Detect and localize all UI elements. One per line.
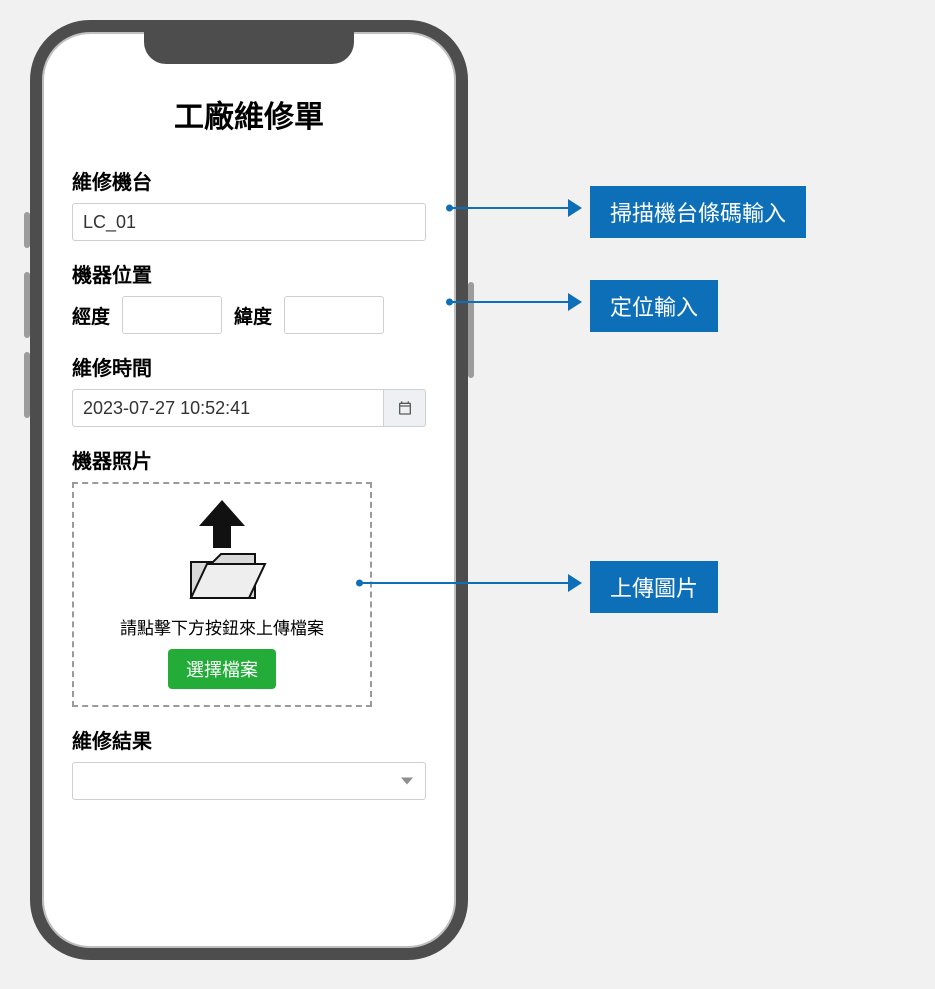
time-label: 維修時間 xyxy=(72,352,426,381)
phone-side-button xyxy=(468,282,474,378)
calendar-button[interactable] xyxy=(384,389,426,427)
annotation-arrow xyxy=(450,301,580,303)
phone-frame: 工廠維修單 維修機台 機器位置 經度 緯度 維修時間 機器照片 xyxy=(30,20,468,960)
callout-geolocate: 定位輸入 xyxy=(590,280,718,332)
phone-screen: 工廠維修單 維修機台 機器位置 經度 緯度 維修時間 機器照片 xyxy=(42,32,456,948)
phone-side-button xyxy=(24,272,30,338)
annotation-arrow xyxy=(360,582,580,584)
photo-label: 機器照片 xyxy=(72,445,426,474)
time-input[interactable] xyxy=(72,389,384,427)
choose-file-button[interactable]: 選擇檔案 xyxy=(168,649,276,689)
result-label: 維修結果 xyxy=(72,725,426,754)
longitude-input[interactable] xyxy=(122,296,222,334)
location-row: 經度 緯度 xyxy=(72,296,426,334)
longitude-label: 經度 xyxy=(72,302,110,329)
machine-input[interactable] xyxy=(72,203,426,241)
calendar-icon xyxy=(397,400,413,416)
result-select[interactable] xyxy=(72,762,426,800)
machine-label: 維修機台 xyxy=(72,166,426,195)
latitude-label: 緯度 xyxy=(234,302,272,329)
upload-box[interactable]: 請點擊下方按鈕來上傳檔案 選擇檔案 xyxy=(72,482,372,707)
location-label: 機器位置 xyxy=(72,259,426,288)
phone-side-button xyxy=(24,352,30,418)
callout-scan-barcode: 掃描機台條碼輸入 xyxy=(590,186,806,238)
time-row xyxy=(72,389,426,427)
phone-side-button xyxy=(24,212,30,248)
latitude-input[interactable] xyxy=(284,296,384,334)
upload-icon xyxy=(177,498,267,608)
annotation-arrow xyxy=(450,207,580,209)
chevron-down-icon xyxy=(401,778,413,785)
callout-upload-image: 上傳圖片 xyxy=(590,561,718,613)
page-title: 工廠維修單 xyxy=(72,92,426,136)
upload-hint: 請點擊下方按鈕來上傳檔案 xyxy=(120,614,324,639)
